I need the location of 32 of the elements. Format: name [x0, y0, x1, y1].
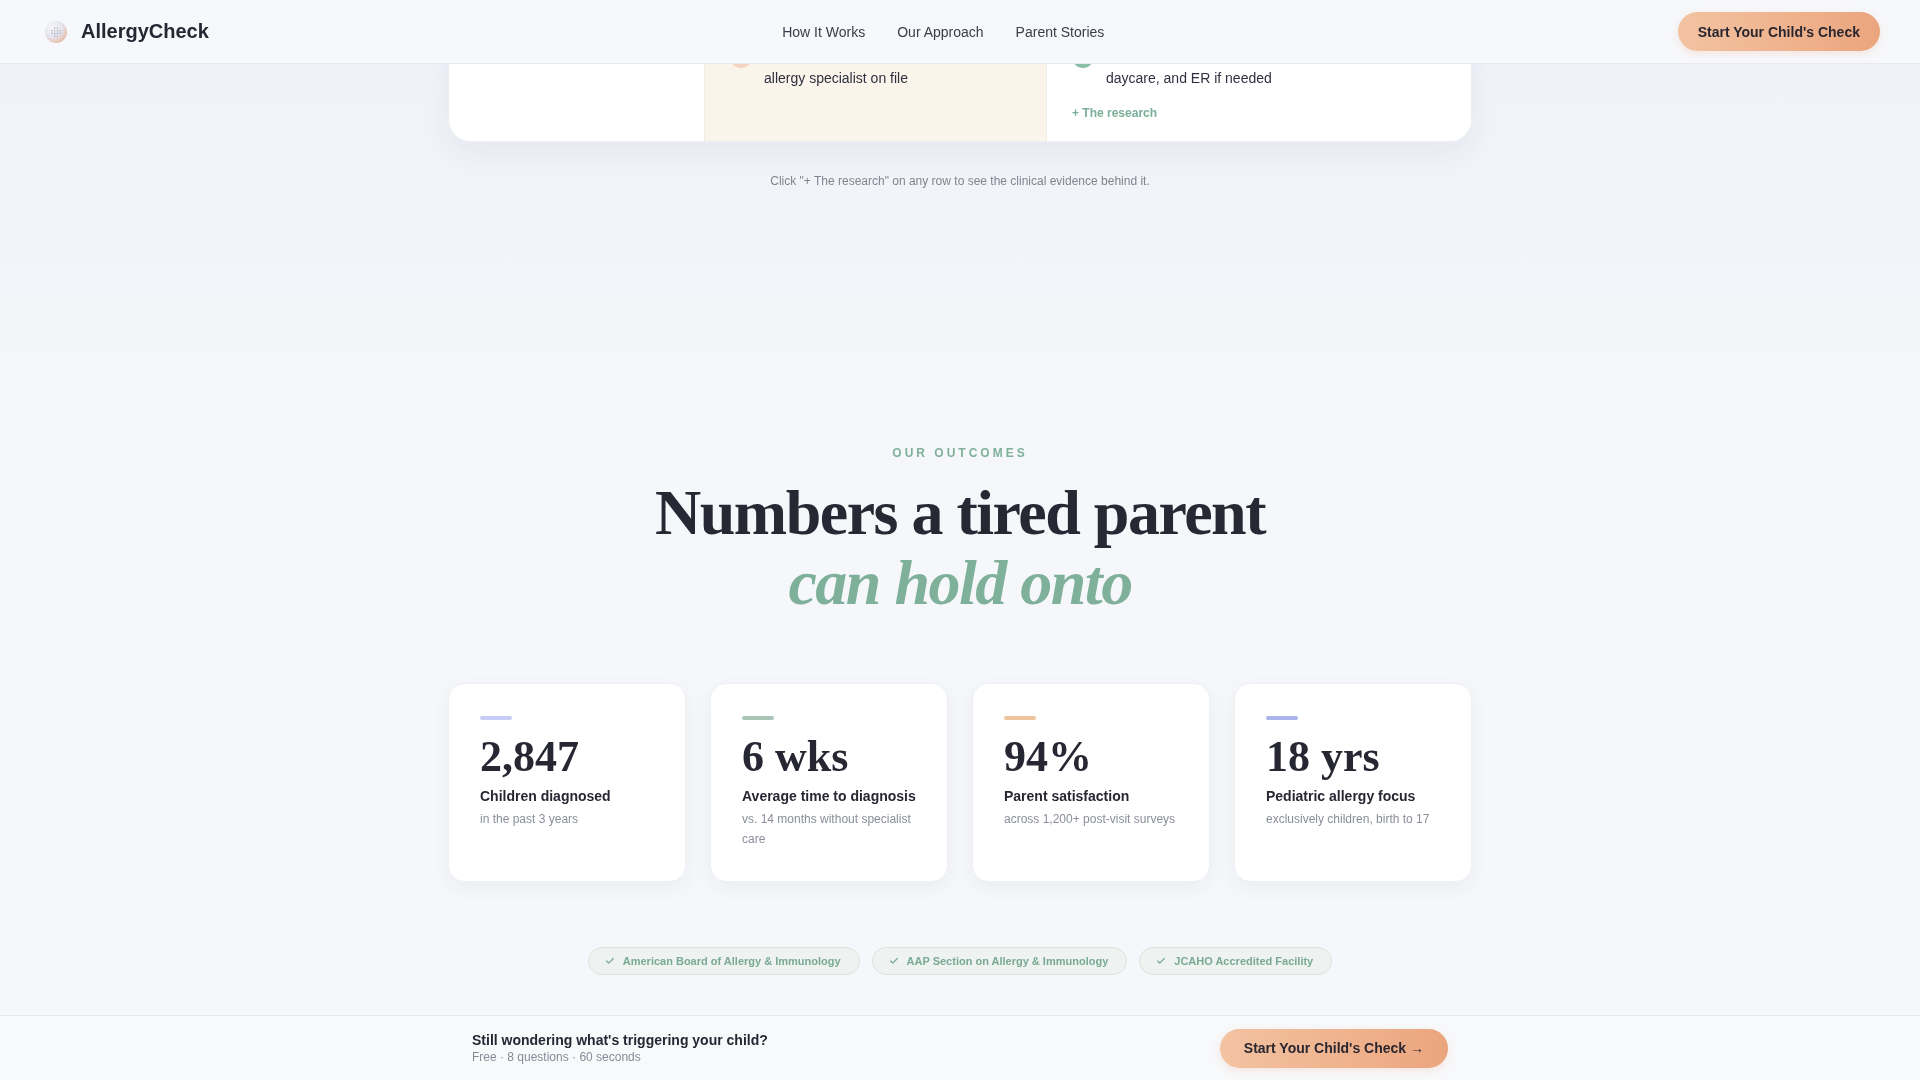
section-eyebrow: OUR OUTCOMES — [892, 445, 1028, 461]
stat-value: 18 yrs — [1266, 733, 1381, 781]
nav-link[interactable]: How It Works — [782, 23, 866, 40]
badge-label: American Board of Allergy & Immunology — [622, 955, 841, 967]
stat-label: Average time to diagnosis — [742, 787, 916, 806]
section-title: Numbers a tired parent can hold onto — [655, 478, 1265, 618]
brand-name: AllergyCheck — [81, 20, 209, 43]
cta-subtitle: Free · 8 questions · 60 seconds — [472, 1049, 642, 1065]
step-text: allergy specialist on file — [764, 69, 908, 88]
check-icon — [888, 956, 899, 966]
badge-label: JCAHO Accredited Facility — [1174, 955, 1314, 967]
nav-link[interactable]: Parent Stories — [1015, 23, 1105, 40]
stat-label: Pediatric allergy focus — [1266, 787, 1417, 806]
nav-link[interactable]: Our Approach — [897, 23, 984, 40]
start-check-button[interactable]: Start Your Child's Check → — [1219, 1028, 1448, 1068]
stat-value: 2,847 — [480, 733, 580, 781]
badge-label: AAP Section on Allergy & Immunology — [906, 955, 1109, 967]
stat-label: Children diagnosed — [480, 787, 612, 806]
cta-title: Still wondering what's triggering your child? — [472, 1031, 768, 1049]
stat-label: Parent satisfaction — [1004, 787, 1131, 806]
stat-note: across 1,200+ post-visit surveys — [1004, 811, 1177, 828]
stat-note: exclusively children, birth to 17 — [1266, 811, 1431, 828]
research-hint: Click "+ The research" on any row to see the clinical evidence behind it. — [770, 173, 1150, 189]
stat-value: 6 wks — [742, 733, 850, 781]
stat-value: 94% — [1004, 733, 1093, 781]
logo-icon — [45, 20, 67, 43]
check-icon — [1156, 956, 1167, 966]
step-text: daycare, and ER if needed — [1106, 69, 1272, 88]
stat-note: vs. 14 months without specialist care — [742, 811, 912, 848]
check-icon — [604, 956, 615, 966]
stat-note: in the past 3 years — [480, 811, 580, 828]
start-check-button[interactable]: Start Your Child's Check — [1677, 12, 1880, 51]
